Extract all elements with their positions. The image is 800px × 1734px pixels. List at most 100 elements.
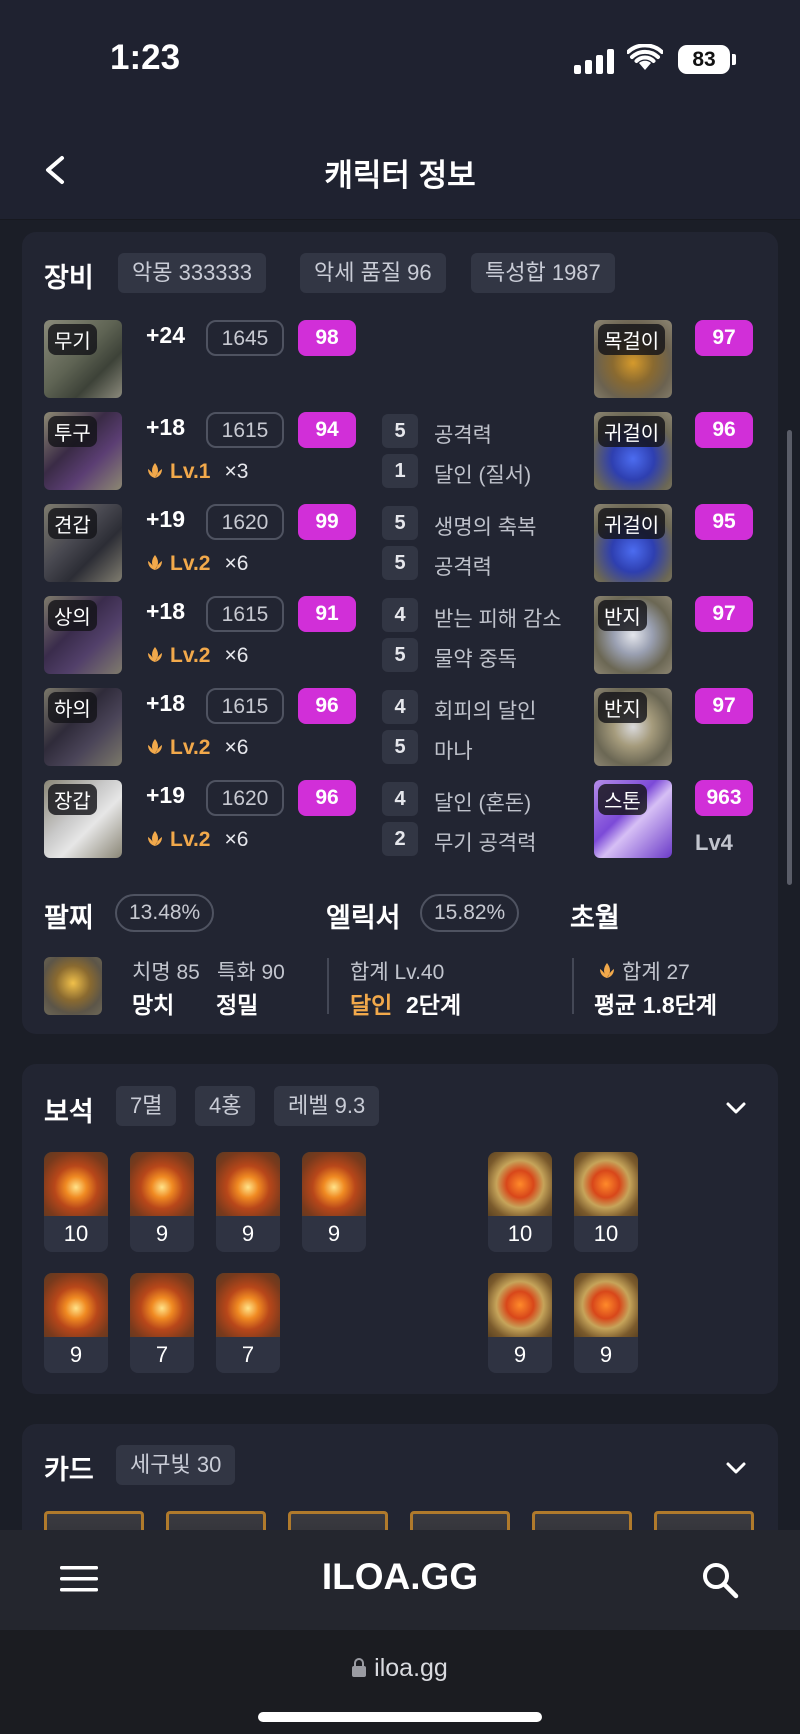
annihilation-gem-icon	[44, 1273, 108, 1337]
transcend-multiplier: ×6	[224, 644, 249, 667]
equipment-title: 장비	[44, 263, 94, 293]
annihilation-gem[interactable]: 9	[44, 1273, 108, 1373]
bracelet-icon[interactable]	[44, 957, 102, 1015]
crimson-gem[interactable]: 10	[574, 1152, 638, 1252]
engraving-name: 물약 중독	[434, 648, 518, 671]
annihilation-gem[interactable]: 9	[302, 1152, 366, 1252]
gem-level: 10	[507, 1221, 533, 1246]
engraving-name: 받는 피해 감소	[434, 608, 562, 631]
accessory-icon-3[interactable]: 반지	[594, 596, 672, 674]
annihilation-gem-icon	[130, 1152, 194, 1216]
gear-transcend: Lv.2 ×6	[146, 552, 248, 576]
gear-slot-label: 상의	[48, 600, 97, 631]
accessory-slot-label: 귀걸이	[598, 416, 666, 447]
engraving-name: 공격력	[434, 424, 492, 447]
gems-card: 보석 7멸 4홍 레벨 9.3 10 9 9 9 9 7 7 10 10 9 9	[22, 1064, 778, 1394]
gem-level: 10	[593, 1221, 619, 1246]
gear-slot-label: 하의	[48, 692, 97, 723]
accessory-quality: 97	[695, 596, 753, 632]
bottom-nav: ILOA.GG	[0, 1530, 800, 1630]
engraving-level: 2	[382, 822, 418, 856]
gear-upgrade: +19	[146, 782, 186, 808]
transcend-leaf-icon	[148, 739, 162, 754]
accessory-quality: 97	[695, 688, 753, 724]
crimson-gem[interactable]: 10	[488, 1152, 552, 1252]
crimson-gem-icon	[574, 1152, 638, 1216]
crimson-gem[interactable]: 9	[574, 1273, 638, 1373]
gear-quality: 96	[298, 780, 356, 816]
gem-level: 9	[69, 1342, 83, 1367]
gem-level: 9	[327, 1221, 341, 1246]
crimson-gem-icon	[574, 1273, 638, 1337]
gear-quality: 98	[298, 320, 356, 356]
equipment-card: 장비 악몽 333333 악세 품질 96 특성합 1987 무기 +24 1645…	[22, 232, 778, 1034]
accessory-slot-label: 목걸이	[598, 324, 666, 355]
annihilation-gem[interactable]: 7	[130, 1273, 194, 1373]
transcend-level: Lv.2	[170, 828, 211, 851]
gem-level: 7	[155, 1342, 169, 1367]
transcend-leaf-icon	[148, 647, 162, 662]
chevron-down-icon[interactable]	[722, 1094, 750, 1122]
gear-icon-4[interactable]: 하의	[44, 688, 122, 766]
annihilation-gem[interactable]: 7	[216, 1273, 280, 1373]
crimson-gem[interactable]: 9	[488, 1273, 552, 1373]
bracelet-effect-2: 정밀	[216, 992, 259, 1018]
scrollbar[interactable]	[787, 430, 792, 885]
crimson-gem-icon	[488, 1152, 552, 1216]
gear-icon-0[interactable]: 무기	[44, 320, 122, 398]
cards-title: 카드	[44, 1455, 94, 1485]
accessory-icon-2[interactable]: 귀걸이	[594, 504, 672, 582]
transcend-level: Lv.1	[170, 460, 211, 483]
annihilation-gem[interactable]: 9	[130, 1152, 194, 1252]
signal-icon	[574, 48, 614, 74]
elixir-percent: 15.82%	[420, 894, 520, 932]
bracelet-title: 팔찌	[44, 903, 94, 933]
gear-icon-5[interactable]: 장갑	[44, 780, 122, 858]
gear-item-level: 1620	[206, 504, 284, 540]
gear-icon-1[interactable]: 투구	[44, 412, 122, 490]
gear-transcend: Lv.2 ×6	[146, 644, 248, 668]
gear-icon-3[interactable]: 상의	[44, 596, 122, 674]
battery-indicator: 83	[678, 45, 730, 74]
gear-slot-label: 투구	[48, 416, 97, 447]
site-logo[interactable]: ILOA.GG	[0, 1556, 800, 1598]
accessory-icon-4[interactable]: 반지	[594, 688, 672, 766]
search-icon[interactable]	[700, 1560, 740, 1600]
engraving-level: 5	[382, 414, 418, 448]
engraving-name: 무기 공격력	[434, 832, 537, 855]
gear-transcend: Lv.1 ×3	[146, 460, 248, 484]
gear-upgrade: +18	[146, 598, 186, 624]
accessory-slot-label: 귀걸이	[598, 508, 666, 539]
gear-icon-2[interactable]: 견갑	[44, 504, 122, 582]
annihilation-gem[interactable]: 9	[216, 1152, 280, 1252]
gear-upgrade: +19	[146, 506, 186, 532]
home-indicator	[258, 1712, 542, 1722]
transcend-leaf-icon	[600, 963, 614, 978]
transcend-title: 초월	[570, 903, 620, 933]
engraving-level: 5	[382, 638, 418, 672]
engraving-level: 5	[382, 730, 418, 764]
elixir-stage: 2단계	[406, 992, 462, 1018]
gear-quality: 99	[298, 504, 356, 540]
gems-chip-level: 레벨 9.3	[274, 1086, 380, 1126]
accessory-icon-5[interactable]: 스톤	[594, 780, 672, 858]
engraving-name: 공격력	[434, 556, 492, 579]
accessory-slot-label: 반지	[598, 600, 647, 631]
annihilation-gem[interactable]: 10	[44, 1152, 108, 1252]
gear-quality: 94	[298, 412, 356, 448]
engraving-level: 5	[382, 546, 418, 580]
chevron-down-icon[interactable]	[722, 1454, 750, 1482]
engraving-level: 5	[382, 506, 418, 540]
stone-level: Lv4	[695, 830, 733, 855]
engraving-name: 달인 (혼돈)	[434, 792, 532, 815]
annihilation-gem-icon	[216, 1273, 280, 1337]
browser-url-bar: iloa.gg	[0, 1630, 800, 1734]
gems-chip-crimson: 4홍	[195, 1086, 256, 1126]
url-text[interactable]: iloa.gg	[0, 1654, 800, 1683]
gear-item-level: 1615	[206, 596, 284, 632]
accessory-icon-0[interactable]: 목걸이	[594, 320, 672, 398]
accessory-icon-1[interactable]: 귀걸이	[594, 412, 672, 490]
annihilation-gem-icon	[130, 1273, 194, 1337]
transcend-multiplier: ×6	[224, 736, 249, 759]
engraving-name: 마나	[434, 740, 473, 763]
